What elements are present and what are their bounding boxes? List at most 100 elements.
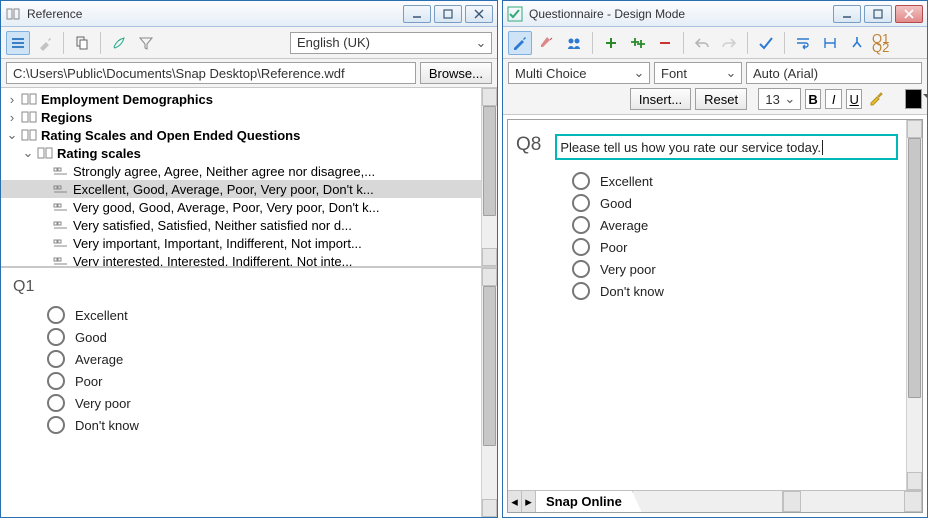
- add-multiple-button[interactable]: [626, 31, 650, 55]
- path-bar: C:\Users\Public\Documents\Snap Desktop\R…: [1, 59, 497, 88]
- tree-item[interactable]: Very good, Good, Average, Poor, Very poo…: [1, 198, 481, 216]
- option-label: Poor: [75, 374, 102, 389]
- horizontal-scrollbar[interactable]: [782, 491, 922, 512]
- italic-button[interactable]: I: [825, 89, 842, 109]
- undo-button[interactable]: [690, 31, 714, 55]
- tree-item[interactable]: ⌄Rating scales: [1, 144, 481, 162]
- tree-item[interactable]: Very important, Important, Indifferent, …: [1, 234, 481, 252]
- language-combo[interactable]: English (UK) ⌄: [290, 32, 492, 54]
- redo-button[interactable]: [717, 31, 741, 55]
- scale-icon: [53, 182, 69, 196]
- radio-icon: [47, 394, 65, 412]
- expand-icon[interactable]: ⌄: [21, 145, 35, 161]
- titlebar[interactable]: Reference: [1, 1, 497, 27]
- radio-icon: [47, 372, 65, 390]
- tab-next-button[interactable]: ▸: [522, 491, 536, 512]
- vertical-scrollbar[interactable]: [906, 120, 922, 490]
- preview-option: Average: [47, 350, 469, 368]
- question-option[interactable]: Excellent: [572, 172, 898, 190]
- window-title: Questionnaire - Design Mode: [529, 7, 833, 21]
- filter-button[interactable]: [134, 31, 158, 55]
- tree-item-label: Employment Demographics: [41, 92, 213, 107]
- font-value-combo[interactable]: Auto (Arial): [746, 62, 922, 84]
- question-text-input[interactable]: Please tell us how you rate our service …: [555, 134, 898, 160]
- remove-button[interactable]: [653, 31, 677, 55]
- radio-icon: [572, 172, 590, 190]
- collaborate-button[interactable]: [562, 31, 586, 55]
- view-mode-button[interactable]: [6, 31, 30, 55]
- text-color-button[interactable]: [905, 89, 922, 109]
- goto-question-button[interactable]: Q1Q2: [872, 34, 892, 52]
- chevron-down-icon: ⌄: [632, 65, 646, 81]
- tree-item[interactable]: Very interested, Interested, Indifferent…: [1, 252, 481, 266]
- radio-icon: [572, 216, 590, 234]
- titlebar[interactable]: Questionnaire - Design Mode: [503, 1, 927, 27]
- book-icon: [21, 92, 37, 106]
- reference-window: Reference English (UK) ⌄ C:\Users\Public…: [0, 0, 498, 518]
- insert-button[interactable]: Insert...: [630, 88, 691, 110]
- style-button[interactable]: [535, 31, 559, 55]
- underline-button[interactable]: U: [846, 89, 863, 109]
- question-option[interactable]: Good: [572, 194, 898, 212]
- book-icon: [5, 6, 21, 22]
- tree-item[interactable]: ›Regions: [1, 108, 481, 126]
- tools-button[interactable]: [33, 31, 57, 55]
- close-button[interactable]: [465, 5, 493, 23]
- reset-button[interactable]: Reset: [695, 88, 747, 110]
- highlight-button[interactable]: [866, 87, 886, 111]
- vertical-scrollbar[interactable]: [481, 268, 497, 517]
- branch-button[interactable]: [845, 31, 869, 55]
- tab-snap-online[interactable]: Snap Online: [536, 491, 633, 512]
- radio-icon: [47, 416, 65, 434]
- browse-button[interactable]: Browse...: [420, 62, 492, 84]
- option-label: Don't know: [600, 284, 664, 299]
- tree-item[interactable]: Strongly agree, Agree, Neither agree nor…: [1, 162, 481, 180]
- font-property-combo[interactable]: Font⌄: [654, 62, 742, 84]
- check-button[interactable]: [754, 31, 778, 55]
- option-label: Excellent: [75, 308, 128, 323]
- path-input[interactable]: C:\Users\Public\Documents\Snap Desktop\R…: [6, 62, 416, 84]
- scale-icon: [53, 236, 69, 250]
- tree-item-label: Excellent, Good, Average, Poor, Very poo…: [73, 182, 374, 197]
- preview-option: Very poor: [47, 394, 469, 412]
- tree-item[interactable]: › Employment Demographics: [1, 90, 481, 108]
- question-option[interactable]: Very poor: [572, 260, 898, 278]
- copy-button[interactable]: [70, 31, 94, 55]
- tree-item[interactable]: Excellent, Good, Average, Poor, Very poo…: [1, 180, 481, 198]
- expand-icon[interactable]: ›: [5, 110, 19, 125]
- design-mode-button[interactable]: [508, 31, 532, 55]
- minimize-button[interactable]: [403, 5, 431, 23]
- minimize-button[interactable]: [833, 5, 861, 23]
- tree-item-label: Very interested, Interested, Indifferent…: [73, 254, 352, 267]
- close-button[interactable]: [895, 5, 923, 23]
- maximize-button[interactable]: [434, 5, 462, 23]
- tab-prev-button[interactable]: ◂: [508, 491, 522, 512]
- vertical-scrollbar[interactable]: [481, 88, 497, 266]
- design-canvas[interactable]: Q8 Please tell us how you rate our servi…: [508, 120, 906, 490]
- question-option[interactable]: Poor: [572, 238, 898, 256]
- preview-option: Excellent: [47, 306, 469, 324]
- expand-icon[interactable]: ›: [5, 92, 19, 107]
- option-label: Very poor: [600, 262, 656, 277]
- book-icon: [21, 110, 37, 124]
- maximize-button[interactable]: [864, 5, 892, 23]
- option-label: Poor: [600, 240, 627, 255]
- wrap-button[interactable]: [791, 31, 815, 55]
- expand-icon[interactable]: ⌄: [5, 127, 19, 143]
- brush-button[interactable]: [107, 31, 131, 55]
- question-type-combo[interactable]: Multi Choice⌄: [508, 62, 650, 84]
- option-label: Excellent: [600, 174, 653, 189]
- reference-tree[interactable]: ›Employment Demographics›Regions⌄Rating …: [1, 88, 481, 266]
- add-button[interactable]: [599, 31, 623, 55]
- question-option[interactable]: Average: [572, 216, 898, 234]
- bold-button[interactable]: B: [805, 89, 822, 109]
- tree-item[interactable]: ⌄Rating Scales and Open Ended Questions: [1, 126, 481, 144]
- option-label: Don't know: [75, 418, 139, 433]
- book-icon: [37, 146, 53, 160]
- break-button[interactable]: [818, 31, 842, 55]
- scale-icon: [53, 164, 69, 178]
- font-size-combo[interactable]: 13⌄: [758, 88, 800, 110]
- question-option[interactable]: Don't know: [572, 282, 898, 300]
- tree-item[interactable]: Very satisfied, Satisfied, Neither satis…: [1, 216, 481, 234]
- preview-option: Good: [47, 328, 469, 346]
